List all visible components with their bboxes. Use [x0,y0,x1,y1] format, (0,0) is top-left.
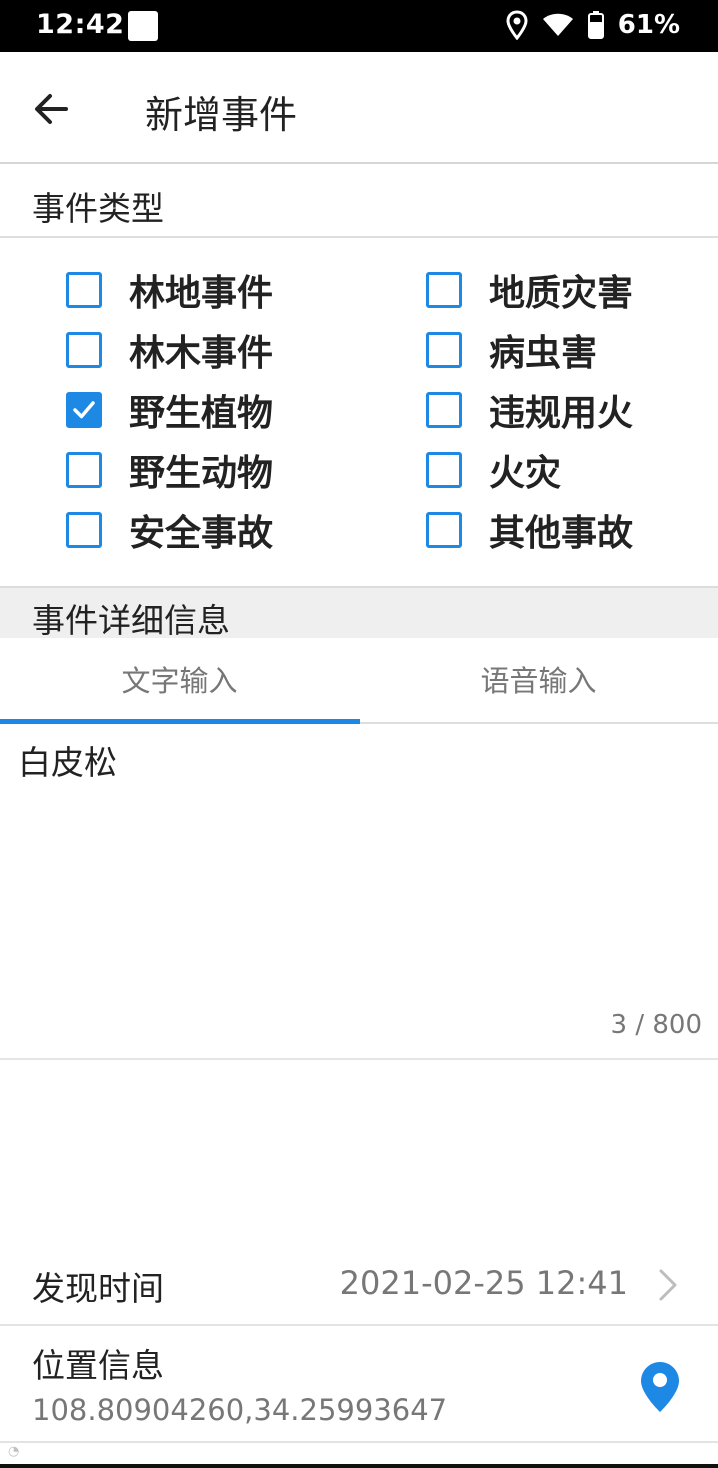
location-label: 位置信息 [32,1346,164,1385]
checkbox[interactable] [426,512,462,548]
arrow-left-icon[interactable] [30,88,72,130]
location-row[interactable]: 位置信息 108.80904260,34.25993647 [0,1327,718,1443]
details-header: 事件详细信息 [0,586,718,640]
chevron-right-icon [659,1269,677,1301]
battery-percent: 61% [617,10,680,40]
event-type-options: 林地事件 地质灾害 林木事件 病虫害 野生植物 违规用火 野生动物 火灾 安全事… [0,240,718,585]
app-bar: 新增事件 [0,52,718,164]
checkbox-option-wild-animals[interactable]: 野生动物 [66,444,273,496]
status-time: 12:42 [36,9,125,40]
checkbox-label: 病虫害 [489,333,598,374]
battery-icon [587,11,604,39]
checkbox-option-wild-plants[interactable]: 野生植物 [66,384,273,436]
status-bar: 12:42 61% [0,0,718,52]
tab-label: 文字输入 [121,664,238,698]
checkbox-option-fire[interactable]: 火灾 [426,444,561,496]
checkbox-label: 地质灾害 [489,273,634,314]
checkbox-label: 违规用火 [489,393,634,434]
discovery-time-label: 发现时间 [32,1269,164,1308]
checkbox-option-pests[interactable]: 病虫害 [426,324,597,376]
checkbox-option-forest-trees[interactable]: 林木事件 [66,324,273,376]
checkbox-option-forest-land[interactable]: 林地事件 [66,264,273,316]
location-value: 108.80904260,34.25993647 [32,1393,448,1427]
checkbox[interactable] [66,512,102,548]
checkbox-label: 其他事故 [489,513,634,554]
checkbox-checked[interactable] [66,392,102,428]
details-text-input[interactable]: 白皮松 3 / 800 [0,724,718,1060]
discovery-time-row[interactable]: 发现时间 2021-02-25 12:41 [0,1240,718,1326]
page-title: 新增事件 [145,93,298,137]
checkbox-label: 安全事故 [129,513,274,554]
checkbox-label: 野生植物 [129,393,274,434]
event-type-header: 事件类型 [0,166,718,238]
status-icons: 61% [506,10,680,40]
input-mode-tabs: 文字输入 语音输入 [0,638,718,724]
location-pin-icon [506,10,528,40]
checkbox-label: 火灾 [489,453,562,494]
checkbox[interactable] [66,452,102,488]
checkmark-icon [73,401,95,419]
checkbox[interactable] [426,272,462,308]
char-counter: 3 / 800 [610,1010,702,1040]
checkbox-label: 林地事件 [129,273,274,314]
details-heading: 事件详细信息 [32,601,230,640]
wifi-icon [542,13,573,36]
watermark: ◔ [8,1444,20,1459]
location-pin-icon[interactable] [640,1361,680,1413]
checkbox-option-safety-accident[interactable]: 安全事故 [66,504,273,556]
checkbox-label: 林木事件 [129,333,274,374]
checkbox-label: 野生动物 [129,453,274,494]
checkbox-option-illegal-fire[interactable]: 违规用火 [426,384,633,436]
checkbox-option-geological-disaster[interactable]: 地质灾害 [426,264,633,316]
bottom-edge [0,1464,718,1468]
tab-text-input[interactable]: 文字输入 [0,638,360,724]
checkbox[interactable] [426,392,462,428]
checkbox[interactable] [66,332,102,368]
notification-square-icon [128,11,158,41]
checkbox[interactable] [66,272,102,308]
tab-label: 语音输入 [480,664,597,698]
checkbox[interactable] [426,332,462,368]
checkbox-option-other-accident[interactable]: 其他事故 [426,504,633,556]
details-text-value[interactable]: 白皮松 [18,736,117,784]
tab-voice-input[interactable]: 语音输入 [359,638,718,722]
checkbox[interactable] [426,452,462,488]
event-type-heading: 事件类型 [32,189,164,228]
discovery-time-value: 2021-02-25 12:41 [339,1264,628,1302]
